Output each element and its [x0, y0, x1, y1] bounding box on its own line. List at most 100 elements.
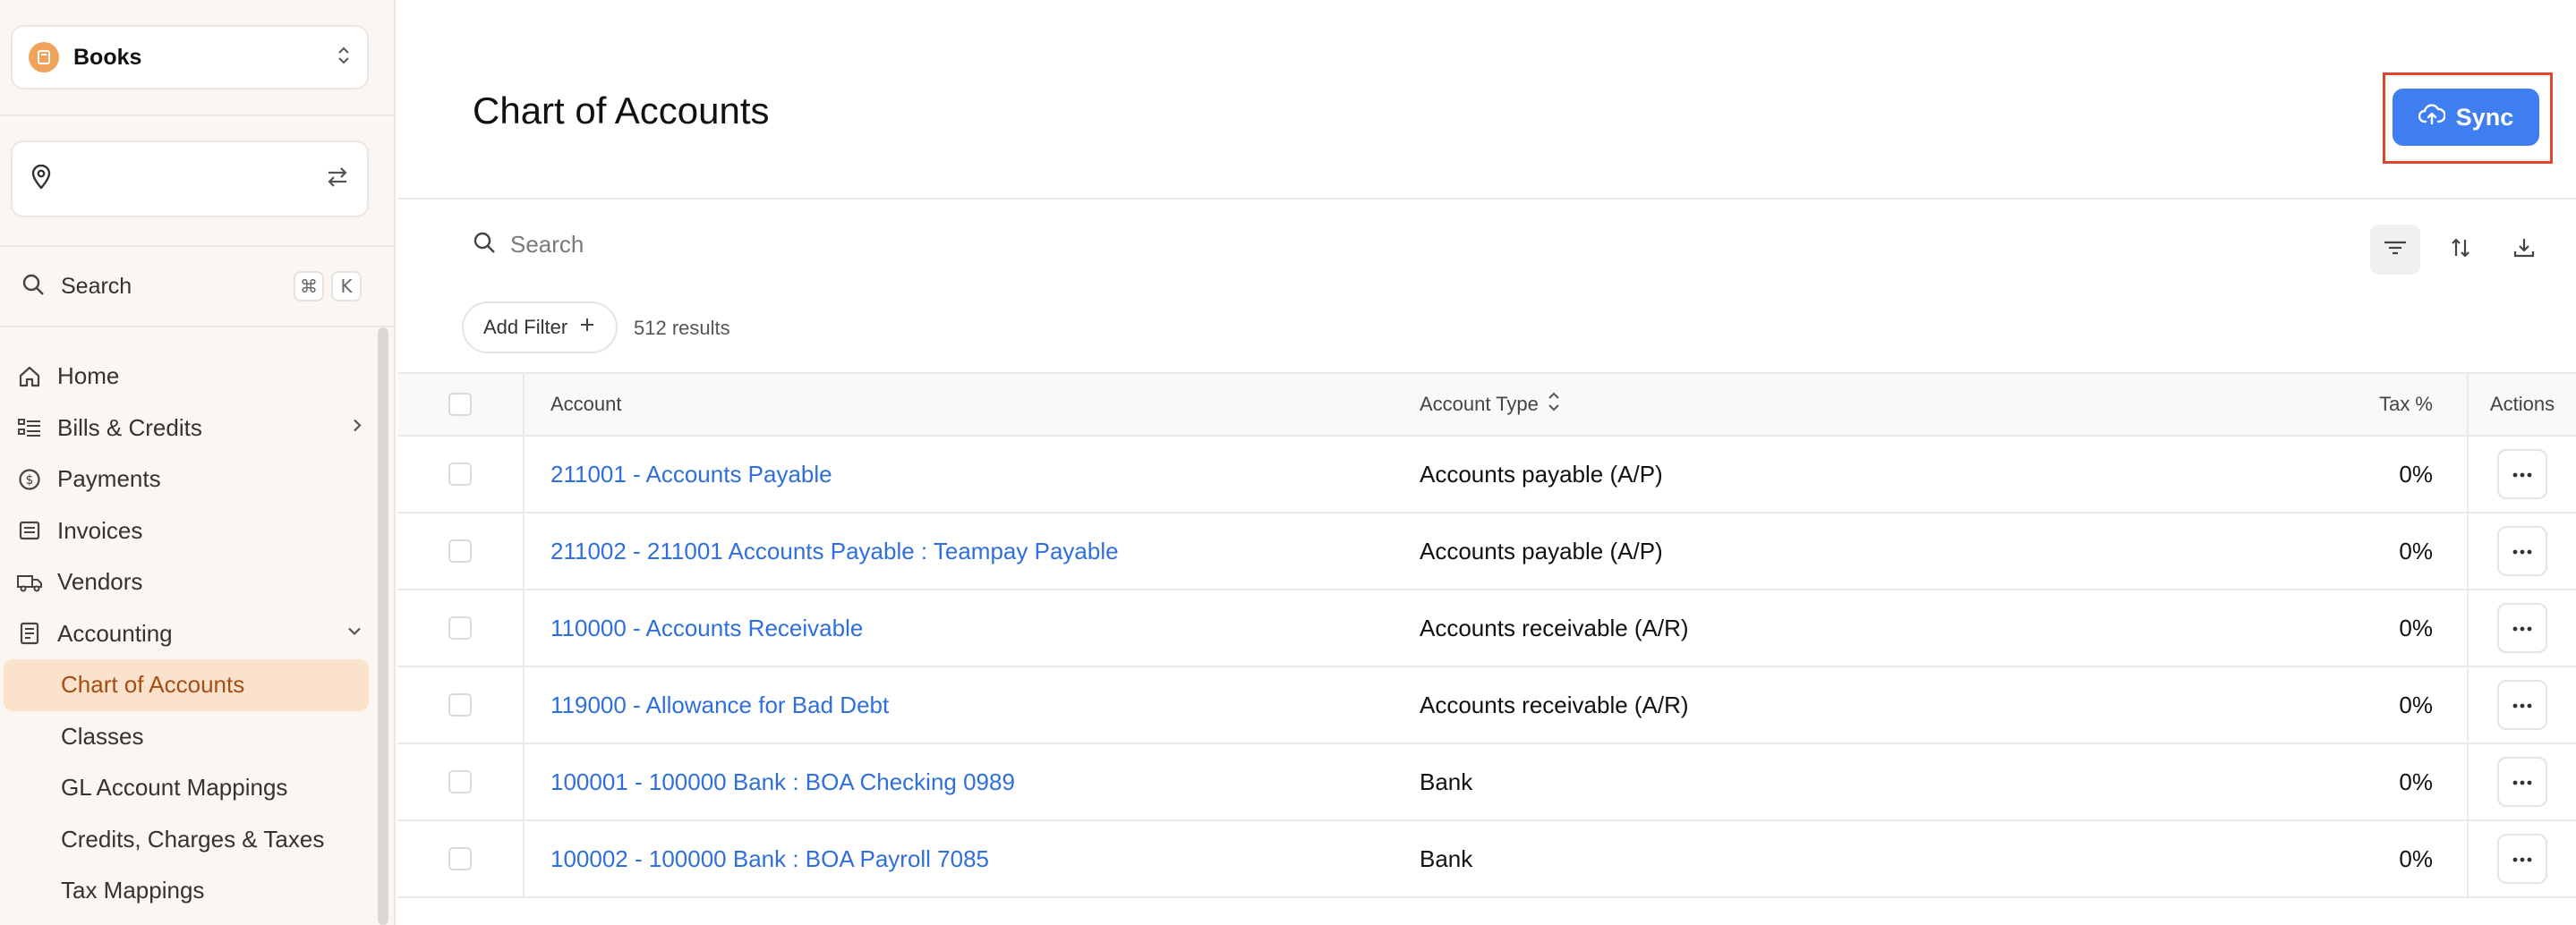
sidebar-subitem-classes[interactable]: Classes [4, 711, 369, 763]
book-icon [29, 42, 59, 72]
more-horizontal-icon [2512, 697, 2532, 713]
shortcut-mod-key: ⌘ [294, 271, 324, 301]
sidebar-item-accounting[interactable]: Accounting [0, 608, 376, 660]
table-row[interactable]: 100001 - 100000 Bank : BOA Checking 0989… [397, 744, 2576, 821]
tax-cell: 0% [2399, 513, 2433, 589]
table-row[interactable]: 211001 - Accounts Payable Accounts payab… [397, 437, 2576, 513]
actions-cell [2467, 821, 2576, 896]
location-switcher[interactable] [11, 140, 369, 217]
sidebar-item-label: Accounting [57, 619, 173, 647]
sidebar-subitem-credits-charges-taxes[interactable]: Credits, Charges & Taxes [4, 814, 369, 866]
account-link[interactable]: 100001 - 100000 Bank : BOA Checking 0989 [550, 768, 1015, 796]
sort-button[interactable] [2435, 225, 2486, 275]
workspace-switcher[interactable]: Books [11, 25, 369, 89]
download-icon [2512, 236, 2536, 264]
accounts-table: Account Account Type Tax % Actions 21100… [397, 372, 2576, 898]
account-type-cell: Accounts receivable (A/R) [1420, 667, 1689, 743]
tax-value: 0% [2399, 844, 2433, 872]
column-header-account-type[interactable]: Account Type [1420, 374, 1560, 435]
row-actions-button[interactable] [2497, 680, 2547, 730]
sidebar-item-bills-credits[interactable]: Bills & Credits [0, 403, 376, 454]
sidebar-item-label: Bills & Credits [57, 413, 202, 441]
select-all-checkbox[interactable] [448, 393, 472, 416]
row-checkbox[interactable] [448, 462, 472, 486]
row-actions-button[interactable] [2497, 526, 2547, 576]
more-horizontal-icon [2512, 543, 2532, 559]
actions-cell [2467, 590, 2576, 666]
column-header-actions: Actions [2467, 374, 2576, 435]
actions-cell [2467, 513, 2576, 589]
account-link[interactable]: 100002 - 100000 Bank : BOA Payroll 7085 [550, 845, 989, 873]
select-all-cell [397, 374, 525, 435]
account-cell: 211002 - 211001 Accounts Payable : Teamp… [550, 513, 1119, 589]
column-header-label: Account Type [1420, 393, 1539, 415]
shortcut-key: K [331, 271, 362, 301]
sidebar-subitem-chart-of-accounts[interactable]: Chart of Accounts [4, 659, 369, 711]
account-type-text: Accounts payable (A/P) [1420, 460, 1663, 488]
account-type-text: Accounts receivable (A/R) [1420, 691, 1689, 718]
account-type-text: Bank [1420, 844, 1473, 872]
page-title: Chart of Accounts [473, 89, 770, 132]
row-select-cell [397, 513, 525, 589]
account-type-cell: Accounts receivable (A/R) [1420, 590, 1689, 666]
table-search[interactable] [473, 231, 1047, 259]
sort-updown-icon[interactable] [1548, 390, 1560, 419]
table-row[interactable]: 100002 - 100000 Bank : BOA Payroll 7085 … [397, 821, 2576, 898]
sidebar-item-invoices[interactable]: Invoices [0, 505, 376, 557]
swap-arrows-icon[interactable] [326, 166, 349, 192]
bills-icon [16, 414, 43, 441]
workspace-name: Books [73, 44, 142, 70]
account-type-cell: Bank [1420, 821, 1472, 896]
filter-lines-icon [2383, 239, 2408, 261]
main-content: Chart of Accounts Sync Add Filter 51 [397, 0, 2576, 925]
tax-cell: 0% [2399, 821, 2433, 896]
sidebar-item-payments[interactable]: $ Payments [0, 454, 376, 505]
account-type-text: Accounts receivable (A/R) [1420, 614, 1689, 641]
sort-arrows-icon [2450, 236, 2471, 264]
account-link[interactable]: 119000 - Allowance for Bad Debt [550, 692, 889, 719]
row-actions-button[interactable] [2497, 757, 2547, 807]
row-select-cell [397, 821, 525, 896]
results-count: 512 results [634, 317, 730, 339]
account-cell: 100002 - 100000 Bank : BOA Payroll 7085 [550, 821, 989, 896]
sidebar-item-vendors[interactable]: Vendors [0, 556, 376, 608]
sidebar-item-label: Home [57, 362, 120, 390]
row-actions-button[interactable] [2497, 449, 2547, 499]
table-row[interactable]: 110000 - Accounts Receivable Accounts re… [397, 590, 2576, 667]
row-checkbox[interactable] [448, 847, 472, 870]
tax-cell: 0% [2399, 437, 2433, 512]
more-horizontal-icon [2512, 851, 2532, 867]
row-actions-button[interactable] [2497, 603, 2547, 653]
row-actions-button[interactable] [2497, 834, 2547, 884]
table-row[interactable]: 211002 - 211001 Accounts Payable : Teamp… [397, 513, 2576, 590]
table-row[interactable]: 119000 - Allowance for Bad Debt Accounts… [397, 667, 2576, 744]
row-checkbox[interactable] [448, 616, 472, 640]
add-filter-button[interactable]: Add Filter [462, 301, 618, 353]
row-select-cell [397, 667, 525, 743]
filter-toggle-button[interactable] [2370, 225, 2420, 275]
account-link[interactable]: 211002 - 211001 Accounts Payable : Teamp… [550, 538, 1119, 565]
row-checkbox[interactable] [448, 539, 472, 563]
sidebar-item-home[interactable]: Home [0, 351, 376, 403]
sidebar-item-label: Vendors [57, 568, 143, 596]
column-header-account[interactable]: Account [550, 374, 622, 435]
sidebar-search[interactable]: Search ⌘ K [21, 268, 362, 304]
search-icon [473, 231, 496, 259]
row-checkbox[interactable] [448, 693, 472, 717]
add-filter-label: Add Filter [483, 316, 568, 338]
account-link[interactable]: 110000 - Accounts Receivable [550, 615, 863, 642]
ledger-icon [16, 620, 43, 647]
header-divider [397, 198, 2576, 199]
row-checkbox[interactable] [448, 770, 472, 793]
sidebar-divider [0, 115, 396, 116]
search-input[interactable] [510, 231, 1047, 259]
sidebar-scrollbar[interactable] [378, 327, 388, 925]
account-link[interactable]: 211001 - Accounts Payable [550, 461, 832, 488]
sidebar-subitem-tax-mappings[interactable]: Tax Mappings [4, 865, 369, 917]
table-body: 211001 - Accounts Payable Accounts payab… [397, 437, 2576, 898]
sidebar-search-label: Search [61, 273, 132, 299]
download-button[interactable] [2499, 225, 2549, 275]
sync-button[interactable]: Sync [2393, 89, 2539, 146]
chevron-up-down-icon [337, 45, 351, 71]
sidebar-subitem-gl-account-mappings[interactable]: GL Account Mappings [4, 762, 369, 814]
